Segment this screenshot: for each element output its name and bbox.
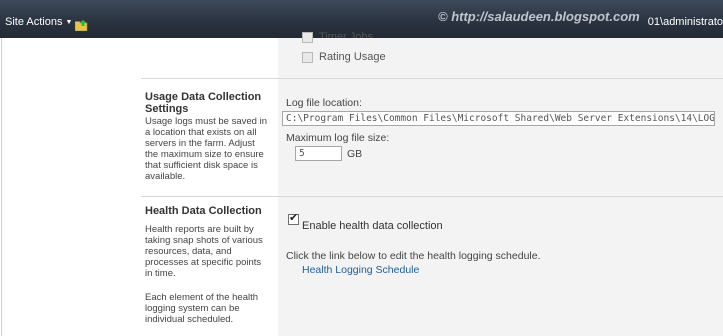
site-actions-menu[interactable]: Site Actions ▼	[5, 16, 72, 28]
usage-section-title: Usage Data Collection Settings	[145, 91, 261, 115]
usage-section-description: Usage logs must be saved in a location t…	[145, 116, 267, 182]
schedule-instruction-text: Click the link below to edit the health …	[286, 250, 541, 262]
left-gutter-line	[1, 38, 2, 336]
rating-usage-checkbox[interactable]	[302, 52, 313, 63]
log-location-label: Log file location:	[286, 97, 362, 109]
chevron-down-icon: ▼	[65, 19, 73, 26]
site-actions-label: Site Actions	[5, 16, 63, 28]
enable-health-label: Enable health data collection	[302, 220, 443, 232]
max-size-unit: GB	[347, 148, 363, 160]
usage-section-title-line1: Usage Data Collection	[145, 91, 262, 103]
section-divider	[141, 78, 723, 79]
section-divider	[141, 196, 723, 197]
max-size-label: Maximum log file size:	[286, 132, 390, 144]
navigate-up-folder-icon[interactable]	[75, 20, 89, 31]
usage-section-title-line2: Settings	[145, 103, 189, 115]
timer-jobs-checkbox[interactable]	[302, 32, 313, 43]
health-section-description-1: Health reports are built by taking snap …	[145, 224, 263, 279]
user-name-text[interactable]: 01\administrato	[648, 16, 723, 28]
health-logging-schedule-link[interactable]: Health Logging Schedule	[302, 264, 419, 276]
rating-usage-label: Rating Usage	[319, 51, 386, 63]
watermark-text: © http://salaudeen.blogspot.com	[438, 9, 640, 24]
enable-health-checkbox[interactable]	[288, 211, 299, 225]
health-section-title: Health Data Collection	[145, 205, 262, 217]
max-size-input[interactable]: 5	[295, 146, 342, 161]
log-location-input[interactable]: C:\Program Files\Common Files\Microsoft …	[282, 111, 715, 126]
settings-input-panel	[278, 38, 723, 336]
health-section-description-2: Each element of the health logging syste…	[145, 292, 259, 325]
timer-jobs-label: Timer Jobs	[319, 31, 373, 38]
